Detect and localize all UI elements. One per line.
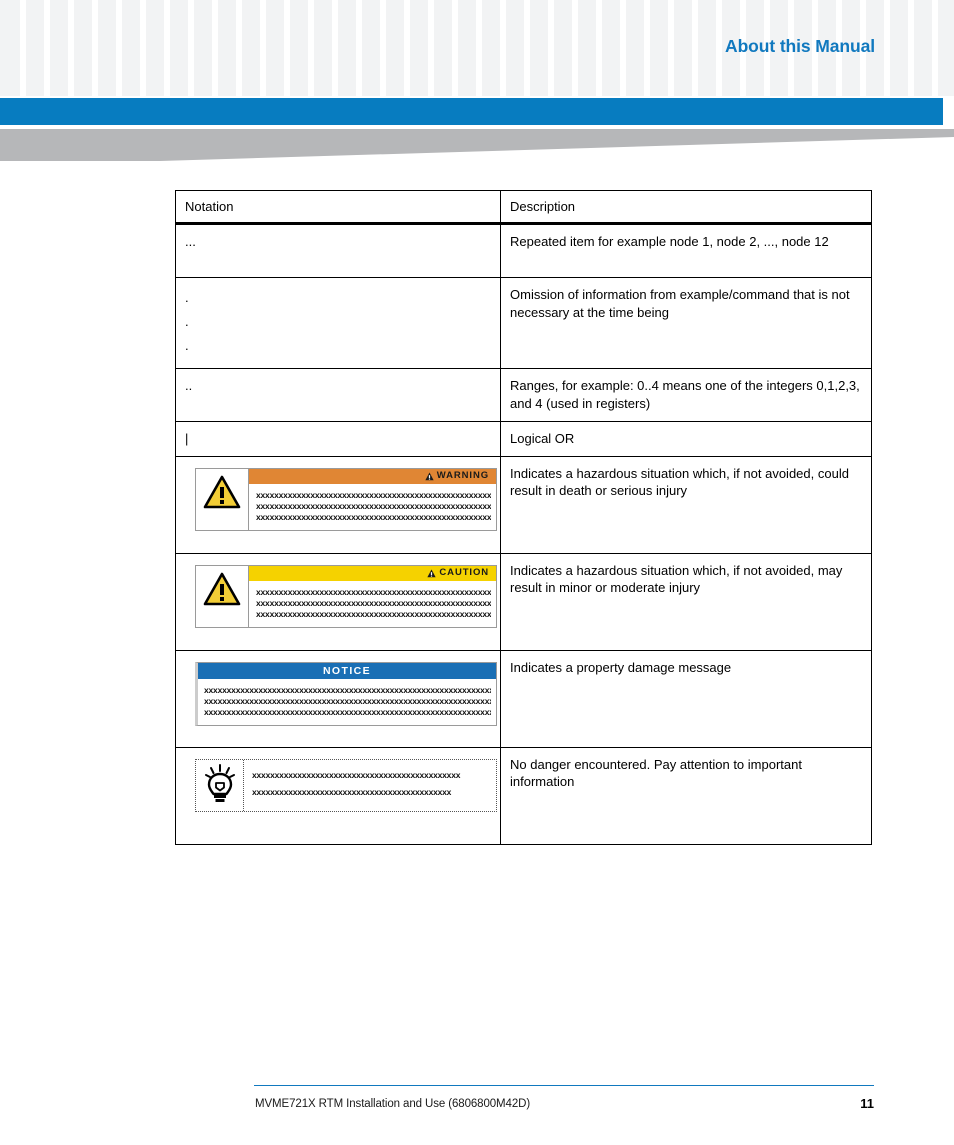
description-cell-logical-or: Logical OR [500, 421, 872, 457]
tip-admonition-graphic: xxxxxxxxxxxxxxxxxxxxxxxxxxxxxxxxxxxxxxxx… [195, 758, 497, 812]
placeholder-line: xxxxxxxxxxxxxxxxxxxxxxxxxxxxxxxxxxxxxxxx… [252, 769, 461, 780]
tip-placeholder-text: xxxxxxxxxxxxxxxxxxxxxxxxxxxxxxxxxxxxxxxx… [244, 760, 496, 811]
header-gray-swoosh [0, 129, 954, 161]
vertical-dot: . [185, 290, 189, 306]
description-cell-caution: Indicates a hazardous situation which, i… [500, 552, 872, 651]
caution-title-bar: CAUTION [249, 565, 496, 581]
warning-icon-cell [196, 468, 249, 531]
table-header-row: Notation Description [175, 189, 872, 226]
table-row: . . . Omission of information from examp… [175, 277, 872, 370]
notation-cell-caution: CAUTION xxxxxxxxxxxxxxxxxxxxxxxxxxxxxxxx… [175, 552, 501, 651]
page-title: About this Manual [725, 36, 875, 56]
placeholder-line: xxxxxxxxxxxxxxxxxxxxxxxxxxxxxxxxxxxxxxxx… [204, 684, 491, 695]
caution-icon-cell [196, 565, 249, 628]
caution-bar-triangle-icon [427, 569, 437, 578]
placeholder-line: xxxxxxxxxxxxxxxxxxxxxxxxxxxxxxxxxxxxxxxx… [256, 608, 491, 619]
warning-triangle-icon [203, 572, 241, 606]
description-cell-range: Ranges, for example: 0..4 means one of t… [500, 368, 872, 423]
placeholder-line: xxxxxxxxxxxxxxxxxxxxxxxxxxxxxxxxxxxxxxxx… [256, 586, 491, 597]
notice-title-bar: NOTICE [198, 662, 496, 679]
description-cell-warning: Indicates a hazardous situation which, i… [500, 455, 872, 554]
notation-cell-warning: WARNING xxxxxxxxxxxxxxxxxxxxxxxxxxxxxxxx… [175, 455, 501, 554]
vertical-dot: . [185, 338, 189, 354]
table-row: WARNING xxxxxxxxxxxxxxxxxxxxxxxxxxxxxxxx… [175, 455, 872, 554]
footer-page-number: 11 [860, 1096, 874, 1111]
lightbulb-icon [204, 764, 235, 803]
table-row: ... Repeated item for example node 1, no… [175, 223, 872, 279]
caution-admonition-graphic: CAUTION xxxxxxxxxxxxxxxxxxxxxxxxxxxxxxxx… [195, 564, 497, 629]
placeholder-line: xxxxxxxxxxxxxxxxxxxxxxxxxxxxxxxxxxxxxxxx… [204, 706, 491, 717]
header-blue-bar [0, 98, 943, 125]
placeholder-line: xxxxxxxxxxxxxxxxxxxxxxxxxxxxxxxxxxxxxxxx… [256, 500, 491, 511]
description-cell-notice: Indicates a property damage message [500, 649, 872, 748]
notice-label: NOTICE [322, 664, 372, 677]
tip-icon-cell [196, 759, 244, 811]
notation-table: Notation Description ... Repeated item f… [175, 189, 872, 845]
notation-cell-logical-or: | [175, 421, 501, 457]
caution-placeholder-text: xxxxxxxxxxxxxxxxxxxxxxxxxxxxxxxxxxxxxxxx… [249, 581, 496, 628]
table-row: | Logical OR [175, 421, 872, 457]
warning-admonition-graphic: WARNING xxxxxxxxxxxxxxxxxxxxxxxxxxxxxxxx… [195, 467, 497, 532]
placeholder-line: xxxxxxxxxxxxxxxxxxxxxxxxxxxxxxxxxxxxxxxx… [256, 511, 491, 522]
placeholder-line: xxxxxxxxxxxxxxxxxxxxxxxxxxxxxxxxxxxxxxxx… [256, 597, 491, 608]
column-header-description: Description [500, 189, 872, 226]
description-cell-ellipsis: Repeated item for example node 1, node 2… [500, 223, 872, 279]
table-row: xxxxxxxxxxxxxxxxxxxxxxxxxxxxxxxxxxxxxxxx… [175, 746, 872, 845]
footer-rule [254, 1085, 874, 1086]
notation-cell-notice: NOTICE xxxxxxxxxxxxxxxxxxxxxxxxxxxxxxxxx… [175, 649, 501, 748]
tip-body: xxxxxxxxxxxxxxxxxxxxxxxxxxxxxxxxxxxxxxxx… [244, 760, 496, 811]
placeholder-line: xxxxxxxxxxxxxxxxxxxxxxxxxxxxxxxxxxxxxxxx… [204, 695, 491, 706]
warning-placeholder-text: xxxxxxxxxxxxxxxxxxxxxxxxxxxxxxxxxxxxxxxx… [249, 484, 496, 531]
warning-title-bar: WARNING [249, 468, 496, 484]
description-cell-vertical-dots: Omission of information from example/com… [500, 277, 872, 370]
notation-cell-range: .. [175, 368, 501, 423]
vertical-dot: . [185, 314, 189, 330]
table-row: CAUTION xxxxxxxxxxxxxxxxxxxxxxxxxxxxxxxx… [175, 552, 872, 651]
description-cell-tip: No danger encountered. Pay attention to … [500, 746, 872, 845]
notation-cell-tip: xxxxxxxxxxxxxxxxxxxxxxxxxxxxxxxxxxxxxxxx… [175, 746, 501, 845]
table-row: NOTICE xxxxxxxxxxxxxxxxxxxxxxxxxxxxxxxxx… [175, 649, 872, 748]
footer-document-title: MVME721X RTM Installation and Use (68068… [255, 1098, 531, 1110]
warning-triangle-icon [203, 475, 241, 509]
notice-placeholder-text: xxxxxxxxxxxxxxxxxxxxxxxxxxxxxxxxxxxxxxxx… [198, 679, 496, 726]
placeholder-line: xxxxxxxxxxxxxxxxxxxxxxxxxxxxxxxxxxxxxxxx… [256, 489, 491, 500]
warning-body: WARNING xxxxxxxxxxxxxxxxxxxxxxxxxxxxxxxx… [249, 468, 496, 531]
caution-label: CAUTION [439, 566, 489, 578]
vertical-dots-glyphs: . . . [185, 286, 491, 358]
warning-bar-triangle-icon [425, 472, 434, 481]
column-header-notation: Notation [175, 189, 501, 226]
placeholder-line: xxxxxxxxxxxxxxxxxxxxxxxxxxxxxxxxxxxxxxxx… [252, 786, 452, 797]
caution-body: CAUTION xxxxxxxxxxxxxxxxxxxxxxxxxxxxxxxx… [249, 565, 496, 628]
notation-cell-ellipsis: ... [175, 223, 501, 279]
notice-admonition-graphic: NOTICE xxxxxxxxxxxxxxxxxxxxxxxxxxxxxxxxx… [195, 661, 497, 727]
warning-label: WARNING [436, 469, 489, 481]
notation-cell-vertical-dots: . . . [175, 277, 501, 370]
table-row: .. Ranges, for example: 0..4 means one o… [175, 368, 872, 423]
